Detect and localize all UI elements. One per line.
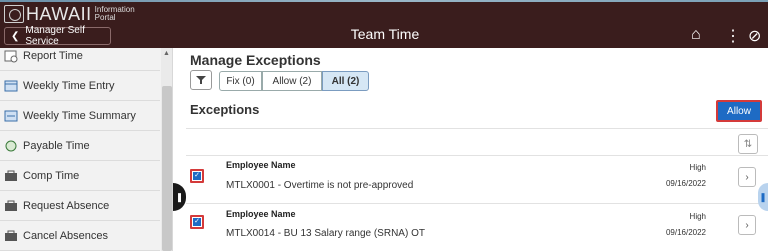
sidebar-item-label: Comp Time [23,169,80,182]
exception-description: MTLX0001 - Overtime is not pre-approved [226,180,414,191]
comp-time-icon [4,169,18,183]
logo-subtitle: Information Portal [94,5,135,22]
sidebar-item-label: Payable Time [23,139,90,152]
hawaii-logo: HAWAII Information Portal [4,4,135,24]
segment-allow[interactable]: Allow (2) [262,71,322,91]
severity-label: High [689,163,706,172]
navigation-icon[interactable]: ⊘ [748,26,761,46]
page-title: Team Time [350,26,420,42]
sidebar-item-weekly-time-summary[interactable]: Weekly Time Summary [0,101,160,131]
main-content: Manage Exceptions Fix (0) Allow (2) All … [186,48,768,251]
exception-description: MTLX0014 - BU 13 Salary range (SRNA) OT [226,228,425,239]
cancel-absences-icon [4,229,18,243]
sidebar-item-label: Weekly Time Entry [23,79,115,92]
expand-right-panel-handle[interactable]: ❚ [758,183,768,211]
scroll-up-icon[interactable]: ▲ [163,50,170,57]
logo-text: HAWAII [26,3,92,24]
sidebar-scrollbar[interactable]: ▲ [161,48,172,251]
row-detail-button[interactable]: › [738,167,756,187]
checkmark-icon: ✓ [193,218,201,226]
chevron-right-icon: › [745,171,749,183]
sidebar-item-label: Cancel Absences [23,229,108,242]
top-banner: HAWAII Information Portal ❮ Manager Self… [0,0,768,48]
segment-all[interactable]: All (2) [322,71,369,91]
header-strip [0,0,768,2]
sidebar-item-label: Weekly Time Summary [23,109,136,122]
sidebar-item-report-time[interactable]: Report Time [0,48,160,71]
scrollbar-thumb[interactable] [162,86,172,251]
seal-icon [4,5,24,23]
manage-exceptions-heading: Manage Exceptions [190,52,321,68]
severity-label: High [689,212,706,221]
exception-row[interactable]: ✓ Employee Name MTLX0014 - BU 13 Salary … [186,204,768,250]
employee-name-label: Employee Name [226,209,296,219]
row-detail-button[interactable]: › [738,215,756,235]
allow-button[interactable]: Allow [716,100,762,122]
weekly-summary-icon [4,109,18,123]
more-vert-icon[interactable]: ⋮ [725,26,741,46]
sidebar: Report Time Weekly Time Entry Weekly Tim… [0,48,173,251]
chevron-right-icon: › [745,219,749,231]
home-icon[interactable]: ⌂ [691,26,701,44]
filter-icon [196,76,206,84]
sidebar-item-label: Report Time [23,49,83,62]
sidebar-item-weekly-time-entry[interactable]: Weekly Time Entry [0,71,160,101]
sidebar-item-comp-time[interactable]: Comp Time [0,161,160,191]
row-checkbox[interactable]: ✓ [190,215,204,229]
row-checkbox[interactable]: ✓ [190,169,204,183]
back-button[interactable]: ❮ Manager Self Service [4,25,111,47]
employee-name-label: Employee Name [226,160,296,170]
sort-icon: ⇅ [743,138,753,150]
exceptions-heading: Exceptions [190,102,260,117]
back-button-label: Manager Self Service [25,25,85,47]
exception-date: 09/16/2022 [665,179,706,188]
collapse-sidebar-handle[interactable]: ❚ [173,183,186,211]
exception-row[interactable]: ✓ Employee Name MTLX0001 - Overtime is n… [186,156,768,202]
report-time-icon [4,49,18,63]
sidebar-item-label: Request Absence [23,199,110,212]
divider [186,128,768,129]
sort-button[interactable]: ⇅ [738,134,758,154]
weekly-entry-icon [4,79,18,93]
payable-time-icon [4,139,18,153]
checkmark-icon: ✓ [193,172,201,180]
filter-button[interactable] [190,70,212,90]
sidebar-item-request-absence[interactable]: Request Absence [0,191,160,221]
sidebar-item-cancel-absences[interactable]: Cancel Absences [0,221,160,251]
request-absence-icon [4,199,18,213]
segment-fix[interactable]: Fix (0) [219,71,262,91]
chevron-left-icon: ❮ [11,30,20,42]
sidebar-item-payable-time[interactable]: Payable Time [0,131,160,161]
exception-date: 09/16/2022 [665,228,706,237]
